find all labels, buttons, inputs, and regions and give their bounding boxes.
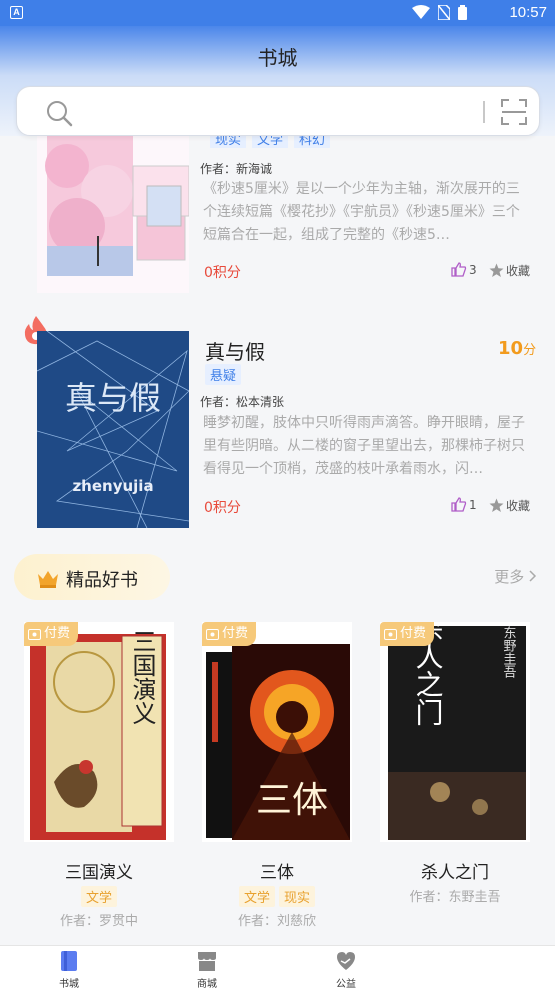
list-item[interactable]: 真与假 zhenyujia 真与假 10分 悬疑 作者：松本清张 睡梦初醒，肢体…	[0, 300, 555, 540]
cover-title: 真与假	[65, 379, 161, 417]
book-tags: 文学	[24, 886, 174, 907]
book-cover[interactable]	[37, 136, 189, 293]
search-divider	[483, 101, 485, 123]
section-header: 精品好书	[14, 554, 170, 600]
cover-art: 真与假 zhenyujia	[37, 331, 189, 528]
like-button[interactable]: 3	[451, 262, 477, 277]
book-cover[interactable]: 付费 杀人之门 东野圭吾	[380, 622, 530, 842]
book-author: 作者：罗贯中	[59, 914, 138, 929]
book-description: 睡梦初醒，肢体中只听得雨声滴答。睁开眼睛，屋子里有些阴暗。从二楼的窗子里望出去，…	[203, 415, 525, 477]
book-title: 杀人之门	[421, 863, 489, 883]
paid-badge: 付费	[24, 622, 79, 646]
cover-author: 东野圭吾	[501, 626, 517, 678]
tag: 悬疑	[205, 364, 242, 385]
tab-label: 商城	[197, 979, 217, 990]
crown-icon	[38, 571, 58, 588]
like-button[interactable]: 1	[451, 497, 477, 512]
tab-label: 书城	[59, 979, 79, 990]
tag: 文学	[80, 886, 117, 907]
paid-badge: 付费	[202, 622, 257, 646]
score-value: 10	[498, 338, 524, 359]
star-icon	[489, 263, 504, 277]
more-link[interactable]: 更多	[494, 566, 537, 587]
like-count: 1	[469, 497, 477, 512]
book-description: 《秒速5厘米》是以一个少年为主轴，渐次展开的三个连续短篇《樱花抄》《宇航员》《秒…	[203, 181, 520, 243]
paid-badge: 付费	[380, 622, 435, 646]
book-cover[interactable]: 真与假 zhenyujia	[37, 331, 189, 528]
score-unit: 分	[523, 343, 537, 358]
collect-label: 收藏	[506, 499, 531, 513]
collect-label: 收藏	[506, 264, 531, 278]
tab-label: 公益	[336, 979, 356, 990]
book-cover[interactable]: 付费 三国演义	[24, 622, 174, 842]
chevron-right-icon	[529, 570, 537, 582]
cover-title: 三国演义	[128, 629, 156, 725]
star-icon	[489, 498, 504, 512]
book-title: 三体	[260, 863, 294, 883]
book-author: 作者：刘慈欣	[237, 914, 316, 929]
book-author: 作者：新海诚	[200, 162, 273, 176]
tab-mall[interactable]: 商城	[177, 950, 237, 990]
paid-label: 付费	[222, 626, 249, 641]
search-bar[interactable]	[16, 86, 540, 136]
bottom-tab-bar: 书城 商城 公益	[0, 945, 555, 993]
book-tags: 文学 现实	[202, 886, 352, 907]
book-author: 作者：松本清张	[200, 395, 285, 409]
book-title: 三国演义	[65, 863, 133, 883]
heart-hand-icon	[337, 952, 355, 970]
cover-subtitle: zhenyujia	[72, 477, 153, 495]
scan-icon[interactable]	[501, 99, 527, 125]
paid-label: 付费	[44, 626, 71, 641]
book-cover[interactable]: 付费 三体	[202, 622, 352, 842]
store-icon	[198, 952, 216, 971]
cover-art: 三体	[202, 622, 352, 842]
book-points: 0积分	[204, 500, 241, 516]
book-points: 0积分	[204, 265, 241, 281]
list-item[interactable]: 现实 文学 科幻 作者：新海诚 《秒速5厘米》是以一个少年为主轴，渐次展开的三个连续…	[0, 0, 555, 300]
book-title: 真与假	[205, 340, 265, 364]
paid-label: 付费	[400, 626, 427, 641]
collect-button[interactable]: 收藏	[489, 497, 530, 514]
cover-art: 杀人之门 东野圭吾	[380, 622, 530, 842]
thumbs-up-icon	[451, 262, 467, 277]
tag: 现实	[279, 886, 316, 907]
like-count: 3	[469, 262, 477, 277]
cover-title: 三体	[256, 780, 328, 821]
tab-charity[interactable]: 公益	[316, 950, 376, 990]
tab-bookstore[interactable]: 书城	[39, 950, 99, 990]
search-input[interactable]	[81, 97, 461, 125]
book-icon	[61, 951, 77, 971]
ticket-icon	[206, 628, 219, 640]
more-label: 更多	[494, 568, 525, 586]
cover-art: 三国演义	[24, 622, 174, 842]
book-score: 10分	[498, 338, 536, 359]
search-icon	[47, 101, 73, 127]
section-title: 精品好书	[66, 570, 138, 591]
cover-art	[37, 136, 189, 293]
book-tags: 悬疑	[205, 364, 247, 385]
book-author: 作者：东野圭吾	[409, 890, 501, 905]
ticket-icon	[28, 628, 41, 640]
collect-button[interactable]: 收藏	[489, 262, 530, 279]
thumbs-up-icon	[451, 497, 467, 512]
ticket-icon	[384, 628, 397, 640]
tag: 文学	[238, 886, 275, 907]
